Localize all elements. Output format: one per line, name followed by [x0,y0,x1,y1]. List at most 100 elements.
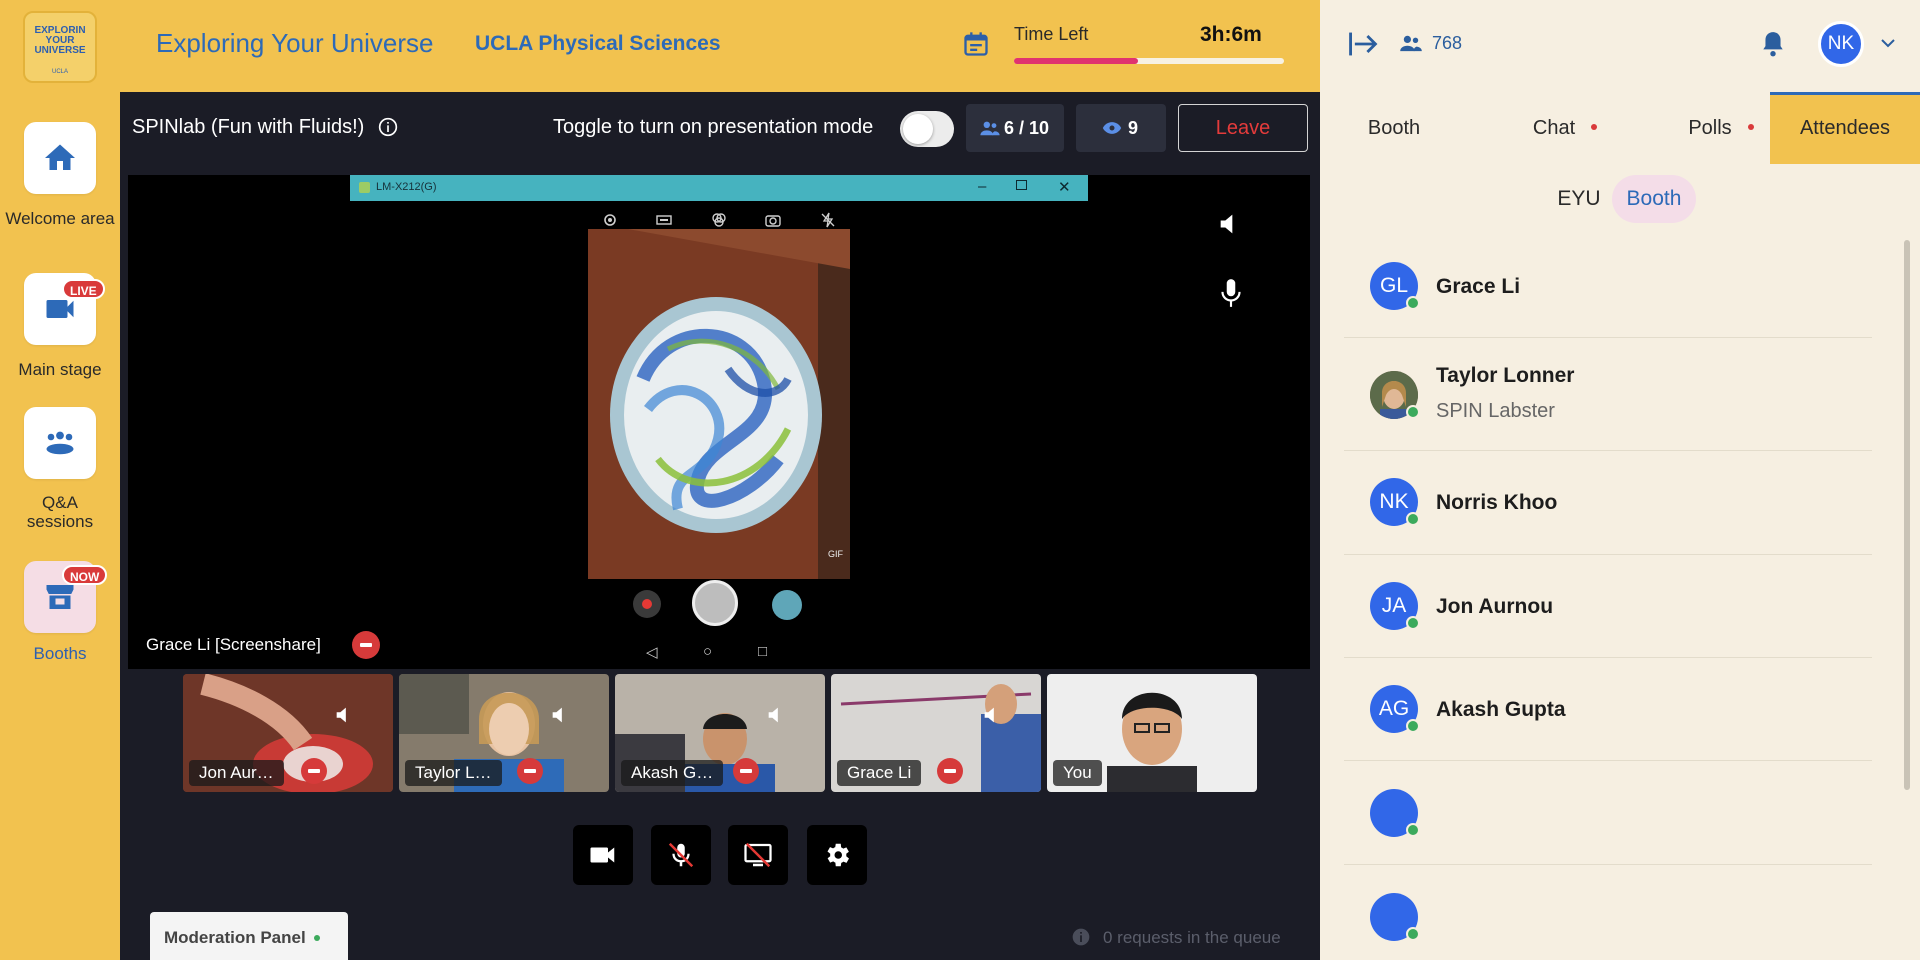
calendar-icon[interactable] [962,30,990,58]
nav-welcome-area[interactable]: Welcome area [0,122,120,242]
nav-label-qa: Q&A sessions [26,493,94,531]
attendee-row[interactable] [1344,761,1872,865]
speaker-icon [984,707,994,723]
tab-label: Chat [1532,117,1576,139]
remove-screenshare-icon[interactable] [352,631,380,659]
attendee-row[interactable]: Taylor Lonner SPIN Labster [1344,338,1872,451]
flash-off-icon[interactable] [820,212,836,228]
attendee-name: Akash Gupta [1436,698,1566,721]
logo-text: EXPLORIN YOUR UNIVERSE [34,25,86,56]
attendee-list-scrollbar[interactable] [1904,240,1910,790]
shared-window-titlebar: LM-X212(G) – ✕ [350,175,1088,201]
participant-tile[interactable]: Akash G… [615,674,825,792]
tab-chat[interactable]: Chat [1492,92,1616,164]
top-header: Exploring Your Universe UCLA Physical Sc… [120,0,1320,92]
settings-button[interactable] [807,825,867,885]
online-status-dot [1406,823,1420,837]
attendee-row[interactable]: GL Grace Li [1344,236,1872,338]
viewers-count: 9 [1128,118,1139,138]
moderation-panel-label: Moderation Panel [164,928,306,947]
moderation-panel-tab[interactable]: Moderation Panel [150,912,348,960]
attendee-row[interactable]: JA Jon Aurnou [1344,555,1872,658]
online-status-dot [1406,719,1420,733]
online-status-dot [1406,296,1420,310]
collapse-panel-icon[interactable] [1348,30,1380,58]
android-home-icon[interactable]: ○ [703,643,712,660]
notification-bell-icon[interactable] [1760,30,1786,58]
participant-tile[interactable]: Taylor L… [399,674,609,792]
logo-sub: UCLA [51,69,68,75]
toggle-knob [903,114,933,144]
remove-participant-icon[interactable] [733,758,759,784]
microphone-icon[interactable] [1218,277,1244,309]
attendee-name: Grace Li [1436,275,1521,298]
screenshare-area[interactable]: LM-X212(G) – ✕ GIF ◁ ○ □ Grace Li [Scree… [128,175,1310,669]
unread-dot [1591,124,1597,130]
settings-icon[interactable] [602,212,618,228]
group-icon[interactable] [24,407,96,479]
attendee-row[interactable]: NK Norris Khoo [1344,451,1872,555]
camera-switch-icon[interactable] [765,212,781,228]
nav-main-stage[interactable]: LIVE Main stage [0,273,120,383]
people-icon [1400,35,1422,52]
attendee-role: SPIN Labster [1436,400,1555,422]
info-icon[interactable] [378,117,398,137]
chevron-down-icon[interactable] [1880,36,1896,50]
info-icon [1072,928,1090,946]
time-left-label: Time Left [1014,24,1089,44]
home-icon[interactable] [24,122,96,194]
attendee-name: Jon Aurnou [1436,595,1554,618]
participant-tile[interactable]: Jon Aur… [183,674,393,792]
time-left-progress [1014,58,1284,64]
android-recents-icon[interactable]: □ [758,643,767,660]
tab-polls[interactable]: Polls [1650,92,1770,164]
android-back-icon[interactable]: ◁ [646,643,658,661]
shutter-button[interactable] [692,580,738,626]
user-avatar[interactable]: NK [1818,21,1864,67]
leave-button[interactable]: Leave [1178,104,1308,152]
screenshare-off-icon [744,842,772,868]
remove-participant-icon[interactable] [301,758,327,784]
participant-name: Taylor L… [405,760,502,786]
presentation-toggle-label: Toggle to turn on presentation mode [553,116,874,138]
microphone-toggle-button[interactable] [651,825,711,885]
tab-label: Polls [1688,117,1732,139]
presentation-mode-toggle[interactable] [900,111,954,147]
mic-muted-icon [668,842,694,868]
attendee-row[interactable]: AG Akash Gupta [1344,658,1872,761]
hdr-icon[interactable] [656,212,672,228]
subtab-eyu[interactable]: EYU [1548,175,1610,223]
maximize-icon[interactable] [1016,180,1027,190]
gallery-thumbnail[interactable] [772,590,802,620]
participant-tile-self[interactable]: You [1047,674,1257,792]
time-left-progress-fill [1014,58,1139,64]
main-video-area: SPINlab (Fun with Fluids!) Toggle to tur… [120,92,1320,960]
participants-count: 6 / 10 [1004,118,1050,138]
event-subtitle: UCLA Physical Sciences [475,32,721,55]
left-sidebar: EXPLORIN YOUR UNIVERSE UCLA Welcome area… [0,0,120,960]
tab-attendees[interactable]: Attendees [1770,92,1920,164]
tab-booth[interactable]: Booth [1334,92,1454,164]
moderation-status-dot [314,935,320,941]
live-badge: LIVE [62,279,105,299]
remove-participant-icon[interactable] [937,758,963,784]
nav-qa-sessions[interactable]: Q&A sessions [0,407,120,532]
remove-participant-icon[interactable] [517,758,543,784]
participant-name: Grace Li [837,760,922,786]
total-attendee-count: 768 [1432,33,1463,53]
nav-booths[interactable]: NOW Booths [0,561,120,671]
screenshare-toggle-button[interactable] [728,825,788,885]
event-logo[interactable]: EXPLORIN YOUR UNIVERSE UCLA [23,11,97,83]
camera-button[interactable] [573,825,633,885]
android-icon [359,182,370,193]
minimize-icon[interactable]: – [978,178,986,195]
session-title: SPINlab (Fun with Fluids!) [132,116,365,138]
filter-icon[interactable] [711,212,727,228]
speaker-icon[interactable] [1216,210,1244,238]
close-icon[interactable]: ✕ [1058,178,1071,196]
record-button[interactable] [633,590,661,618]
attendee-row[interactable] [1344,865,1872,960]
participant-tile[interactable]: Grace Li [831,674,1041,792]
participant-name: Jon Aur… [189,760,284,786]
subtab-booth[interactable]: Booth [1612,175,1696,223]
